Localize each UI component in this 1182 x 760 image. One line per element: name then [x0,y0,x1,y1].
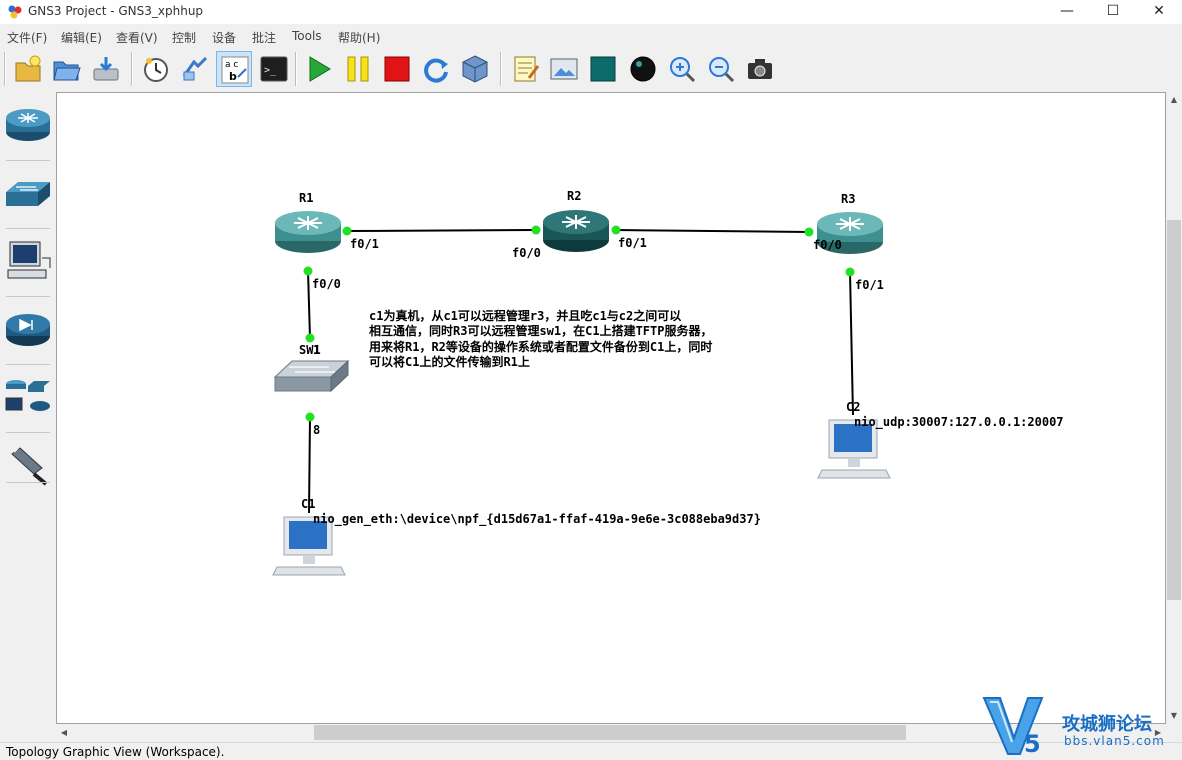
menu-edit[interactable]: 编辑(E) [61,29,102,46]
note-line: c1为真机，从c1可以远程管理r3，并且吃c1与c2之间可以 [369,308,681,323]
port-dot [342,226,352,236]
scroll-left-icon[interactable]: ◀ [56,724,72,741]
iface-r1-f00: f0/0 [312,277,341,291]
insert-picture-icon[interactable] [546,51,582,87]
iface-c1-nio: nio_gen_eth:\device\npf_{d15d67a1-ffaf-4… [313,512,761,527]
new-project-icon[interactable] [10,51,46,87]
iface-r2-f00: f0/0 [512,246,541,260]
note-line: 用来将R1，R2等设备的操作系统或者配置文件备份到C1上，同时 [368,339,712,354]
text-annotation-icon[interactable]: a cb [216,51,252,87]
add-note-icon[interactable] [508,51,544,87]
topology-note[interactable]: c1为真机，从c1可以远程管理r3，并且吃c1与c2之间可以 相互通信，同时R3… [368,308,712,369]
label-c2: C2 [846,400,860,414]
vertical-scrollbar[interactable]: ▲ ▼ [1166,92,1182,724]
svg-text:b: b [229,70,237,83]
iface-r3-f01: f0/1 [855,278,884,292]
port-dot [845,267,855,277]
iface-sw1-8: 8 [313,423,320,437]
watermark-url: bbs.vlan5.com [1064,734,1165,748]
toolbar-separator [500,52,502,86]
iface-c2-nio: nio_udp:30007:127.0.0.1:20007 [854,415,1064,430]
switches-icon[interactable] [2,166,52,222]
iface-sw1-1: 1 [313,343,320,357]
menu-file[interactable]: 文件(F) [7,29,47,46]
label-r1: R1 [299,191,313,205]
security-devices-icon[interactable] [2,302,52,358]
save-project-icon[interactable] [88,51,124,87]
port-dot [305,333,315,343]
label-r3: R3 [841,192,855,206]
reload-icon[interactable] [418,51,454,87]
window-title: GNS3 Project - GNS3_xphhup [28,4,204,18]
routers-icon[interactable] [2,96,52,152]
svg-text:>_: >_ [264,65,277,76]
svg-text:5: 5 [1024,730,1041,758]
virtualbox-icon[interactable] [457,51,493,87]
open-project-icon[interactable] [49,51,85,87]
snapshot-clock-icon[interactable] [138,51,174,87]
device-dock [0,92,56,742]
gns3-app-icon [8,5,22,19]
toolbar-separator [295,52,297,86]
console-icon[interactable]: >_ [256,51,292,87]
watermark-title: 攻城狮论坛 [1062,714,1152,735]
all-devices-icon[interactable] [2,370,52,426]
label-r2: R2 [567,189,581,203]
topology-canvas[interactable]: R1 R2 R3 SW1 C1 C2 f0/1 f0/0 f0/0 f0/1 f… [57,93,1166,724]
maximize-button[interactable]: ☐ [1090,0,1136,24]
link-r3-c2[interactable] [849,271,854,416]
iface-r3-f00: f0/0 [813,238,842,252]
toolbar-separator [131,52,133,86]
iface-r1-f01: f0/1 [350,237,379,251]
horizontal-scroll-thumb[interactable] [314,725,906,740]
menu-view[interactable]: 查看(V) [116,29,158,46]
toolbar-separator [4,52,6,86]
menu-device[interactable]: 设备 [212,29,236,46]
start-icon[interactable] [301,51,337,87]
port-dot [531,225,541,235]
menu-annotate[interactable]: 批注 [252,29,276,46]
scroll-up-icon[interactable]: ▲ [1166,92,1182,108]
link-r1-r2[interactable] [346,229,537,232]
toolbar: a cb >_ [0,48,1182,90]
port-dot [303,266,313,276]
switch-sw1[interactable] [273,359,350,393]
menu-bar: 文件(F) 编辑(E) 查看(V) 控制 设备 批注 Tools 帮助(H) [0,25,1182,47]
watermark: 5 攻城狮论坛 bbs.vlan5.com [980,690,1182,760]
link-r1-sw1[interactable] [307,270,311,339]
vertical-scroll-thumb[interactable] [1167,220,1181,600]
menu-tools[interactable]: Tools [292,29,322,43]
port-dot [305,412,315,422]
iface-r2-f01: f0/1 [618,236,647,250]
suspend-icon[interactable] [340,51,376,87]
show-interface-labels-icon[interactable] [177,51,213,87]
port-dot [611,225,621,235]
note-line: 可以将C1上的文件传输到R1上 [369,354,530,369]
stop-icon[interactable] [379,51,415,87]
port-dot [804,227,814,237]
zoom-out-icon[interactable] [703,51,739,87]
status-text: Topology Graphic View (Workspace). [6,745,225,759]
end-devices-icon[interactable] [2,234,52,290]
menu-help[interactable]: 帮助(H) [338,29,380,46]
note-line: 相互通信，同时R3可以远程管理sw1，在C1上搭建TFTP服务器， [369,323,712,338]
title-bar: GNS3 Project - GNS3_xphhup — ☐ ✕ [0,0,1182,24]
screenshot-icon[interactable] [742,51,778,87]
link-r2-r3[interactable] [615,229,810,233]
minimize-button[interactable]: — [1044,0,1090,24]
gns3-window: GNS3 Project - GNS3_xphhup — ☐ ✕ 文件(F) 编… [0,0,1182,760]
menu-control[interactable]: 控制 [172,29,196,46]
label-c1: C1 [301,497,315,511]
router-r2[interactable] [543,210,609,252]
svg-text:a c: a c [225,60,238,70]
add-link-icon[interactable] [2,438,52,494]
v5-logo-icon: 5 [982,697,1044,758]
router-r1[interactable] [275,211,341,253]
topology-workspace[interactable]: R1 R2 R3 SW1 C1 C2 f0/1 f0/0 f0/0 f0/1 f… [56,92,1166,724]
draw-ellipse-icon[interactable] [625,51,661,87]
zoom-in-icon[interactable] [664,51,700,87]
draw-rectangle-icon[interactable] [585,51,621,87]
close-button[interactable]: ✕ [1136,0,1182,24]
